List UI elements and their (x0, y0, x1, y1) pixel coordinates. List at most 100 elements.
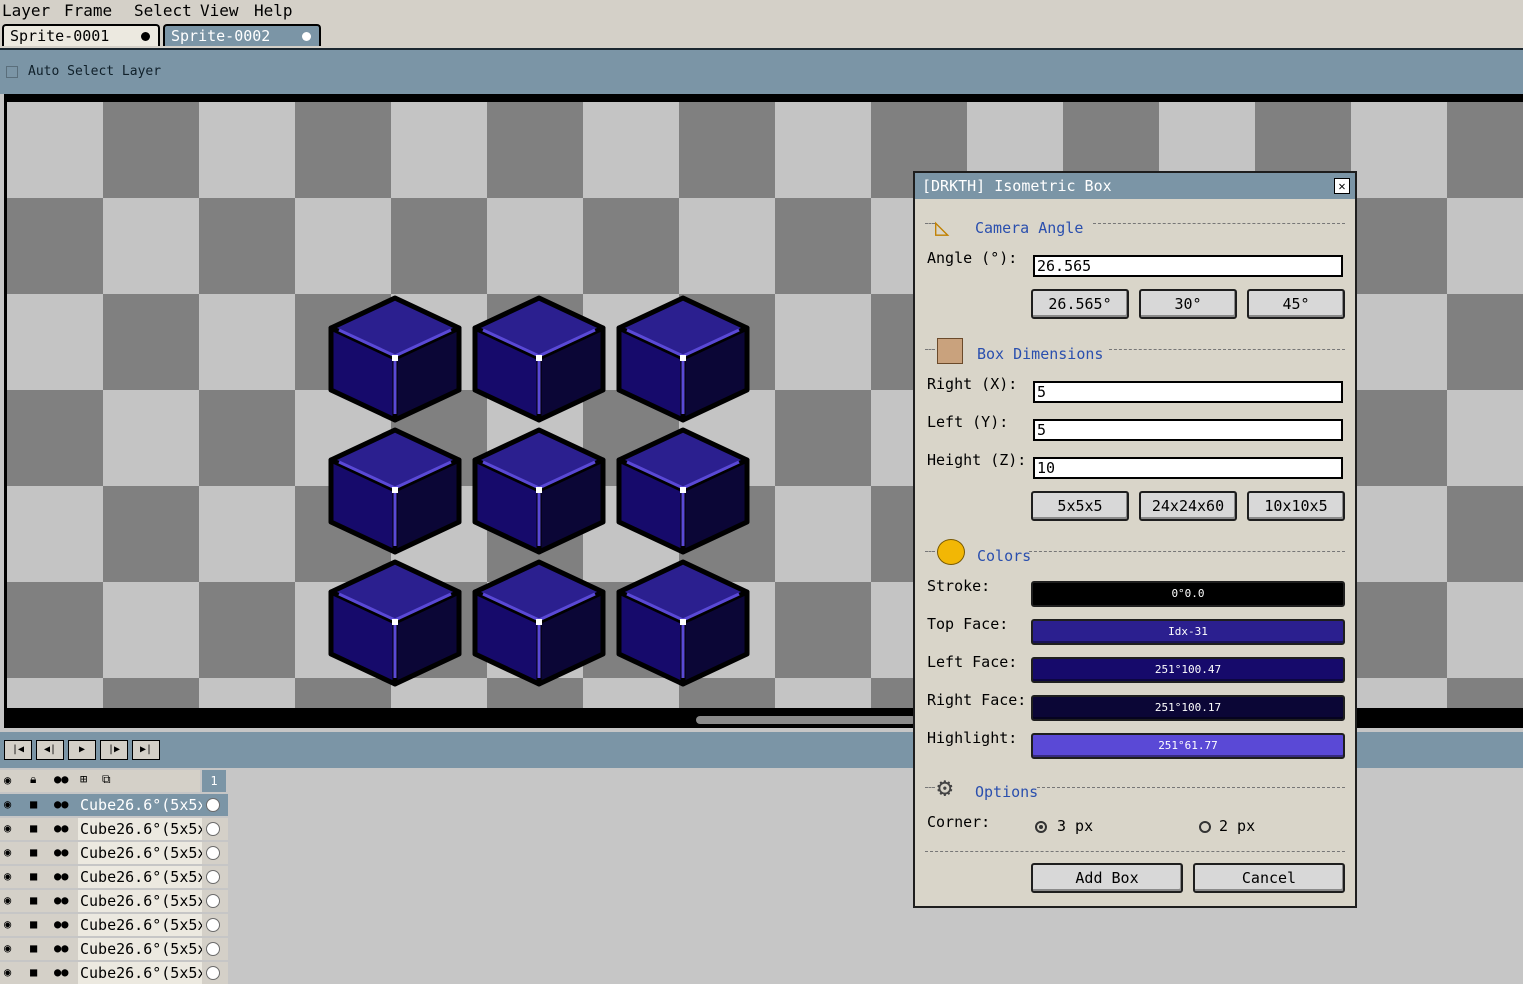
lock-icon[interactable]: ■ (30, 797, 37, 811)
eye-icon[interactable]: ◉ (4, 773, 11, 787)
auto-select-layer-checkbox[interactable] (6, 66, 18, 78)
cel-dot[interactable] (206, 870, 220, 884)
continuous-icon[interactable]: ●● (54, 893, 68, 907)
layer-name[interactable]: Cube26.6°(5x5x10) (78, 914, 202, 936)
menu-layer[interactable]: Layer (2, 1, 50, 20)
angle-input[interactable]: 26.565 (1033, 255, 1343, 277)
layer-row[interactable]: ◉ ■ ●● Cube26.6°(5x5x10) (0, 842, 228, 864)
layer-name[interactable]: Cube26.6°(5x5x10) (78, 962, 202, 984)
colors-title: Colors (977, 547, 1032, 565)
layer-name[interactable]: Cube26.6°(5x5x10) (78, 938, 202, 960)
continuous-icon[interactable]: ●● (54, 965, 68, 979)
continuous-icon[interactable]: ●● (54, 845, 68, 859)
tab-sprite-0002[interactable]: Sprite-0002 (163, 24, 321, 46)
layer-row[interactable]: ◉ ■ ●● Cube26.6°(5x5x10) (0, 890, 228, 912)
context-bar: Auto Select Layer (0, 48, 1523, 94)
continuous-icon[interactable]: ●● (54, 821, 68, 835)
color-swatch-button[interactable]: 251°100.47 (1031, 657, 1345, 683)
menu-help[interactable]: Help (254, 1, 293, 20)
lock-icon[interactable]: ■ (30, 821, 37, 835)
close-button[interactable]: ✕ (1334, 178, 1350, 194)
menu-bar: Layer Frame Select View Help (0, 0, 1523, 22)
first-frame-button[interactable]: |◀ (4, 740, 32, 760)
layer-group-icon[interactable]: ⊞ (80, 772, 87, 786)
layer-row[interactable]: ◉ ■ ●● Cube26.6°(5x5x10) (0, 938, 228, 960)
cube (472, 559, 606, 687)
lock-icon[interactable]: ■ (30, 893, 37, 907)
right-x-label: Right (X): (927, 375, 1018, 393)
layer-row[interactable]: ◉ ■ ●● Cube26.6°(5x5x10) (0, 794, 228, 816)
color-swatch-button[interactable]: Idx-31 (1031, 619, 1345, 645)
continuous-icon[interactable]: ●● (54, 917, 68, 931)
layer-name[interactable]: Cube26.6°(5x5x10) (78, 842, 202, 864)
eye-icon[interactable]: ◉ (4, 965, 11, 979)
color-swatch-button[interactable]: 251°100.17 (1031, 695, 1345, 721)
eye-icon[interactable]: ◉ (4, 821, 11, 835)
frame-header[interactable]: 1 (202, 770, 226, 792)
preset-5x5x5-button[interactable]: 5x5x5 (1031, 491, 1129, 521)
continuous-icon[interactable]: ●● (54, 772, 68, 786)
preset-10x10x5-button[interactable]: 10x10x5 (1247, 491, 1345, 521)
continuous-icon[interactable]: ●● (54, 941, 68, 955)
menu-select[interactable]: Select (134, 1, 192, 20)
last-frame-button[interactable]: ▶| (132, 740, 160, 760)
eye-icon[interactable]: ◉ (4, 845, 11, 859)
cel-dot[interactable] (206, 894, 220, 908)
eye-icon[interactable]: ◉ (4, 917, 11, 931)
lock-icon[interactable]: ■ (30, 941, 37, 955)
eye-icon[interactable]: ◉ (4, 893, 11, 907)
lock-icon[interactable]: ■ (30, 917, 37, 931)
dialog-title: [DRKTH] Isometric Box ✕ (915, 173, 1355, 199)
cel-dot[interactable] (206, 798, 220, 812)
play-button[interactable]: ▶ (68, 740, 96, 760)
eye-icon[interactable]: ◉ (4, 941, 11, 955)
cube (616, 559, 750, 687)
new-layer-icon[interactable]: ⧉ (102, 772, 111, 787)
add-box-button[interactable]: Add Box (1031, 863, 1183, 893)
camera-angle-title: Camera Angle (975, 219, 1084, 237)
tab-sprite-0001[interactable]: Sprite-0001 (2, 24, 160, 46)
lock-icon[interactable]: ■ (30, 845, 37, 859)
cube (472, 427, 606, 555)
continuous-icon[interactable]: ●● (54, 797, 68, 811)
cel-dot[interactable] (206, 846, 220, 860)
next-frame-button[interactable]: |▶ (100, 740, 128, 760)
layer-row[interactable]: ◉ ■ ●● Cube26.6°(5x5x10) (0, 866, 228, 888)
height-z-input[interactable]: 10 (1033, 457, 1343, 479)
cel-dot[interactable] (206, 918, 220, 932)
eye-icon[interactable]: ◉ (4, 797, 11, 811)
horizontal-scrollbar[interactable] (696, 716, 916, 724)
lock-icon[interactable]: ■ (30, 869, 37, 883)
layer-name[interactable]: Cube26.6°(5x5x10) (78, 818, 202, 840)
color-swatch-button[interactable]: 251°61.77 (1031, 733, 1345, 759)
continuous-icon[interactable]: ●● (54, 869, 68, 883)
menu-frame[interactable]: Frame (64, 1, 112, 20)
lock-icon[interactable]: ■ (30, 965, 37, 979)
prev-frame-button[interactable]: ◀| (36, 740, 64, 760)
eye-icon[interactable]: ◉ (4, 869, 11, 883)
cancel-button[interactable]: Cancel (1193, 863, 1345, 893)
preset-26-button[interactable]: 26.565° (1031, 289, 1129, 319)
cube-corner-highlight (536, 355, 542, 361)
corner-3px-radio[interactable] (1035, 821, 1047, 833)
cel-dot[interactable] (206, 966, 220, 980)
layer-name[interactable]: Cube26.6°(5x5x10) (78, 794, 202, 816)
preset-24x24x60-button[interactable]: 24x24x60 (1139, 491, 1237, 521)
layer-name[interactable]: Cube26.6°(5x5x10) (78, 890, 202, 912)
corner-2px-radio[interactable] (1199, 821, 1211, 833)
layer-row[interactable]: ◉ ■ ●● Cube26.6°(5x5x10) (0, 818, 228, 840)
layer-name[interactable]: Cube26.6°(5x5x10) (78, 866, 202, 888)
layer-row[interactable]: ◉ ■ ●● Cube26.6°(5x5x10) (0, 914, 228, 936)
next-frame-icon: |▶ (107, 744, 121, 755)
preset-30-button[interactable]: 30° (1139, 289, 1237, 319)
preset-45-button[interactable]: 45° (1247, 289, 1345, 319)
lock-icon[interactable]: 🔒︎ (30, 772, 36, 787)
color-swatch-button[interactable]: 0°0.0 (1031, 581, 1345, 607)
menu-view[interactable]: View (200, 1, 239, 20)
layer-row[interactable]: ◉ ■ ●● Cube26.6°(5x5x10) (0, 962, 228, 984)
left-y-input[interactable]: 5 (1033, 419, 1343, 441)
corner-label: Corner: (927, 813, 991, 831)
right-x-input[interactable]: 5 (1033, 381, 1343, 403)
cel-dot[interactable] (206, 822, 220, 836)
cel-dot[interactable] (206, 942, 220, 956)
